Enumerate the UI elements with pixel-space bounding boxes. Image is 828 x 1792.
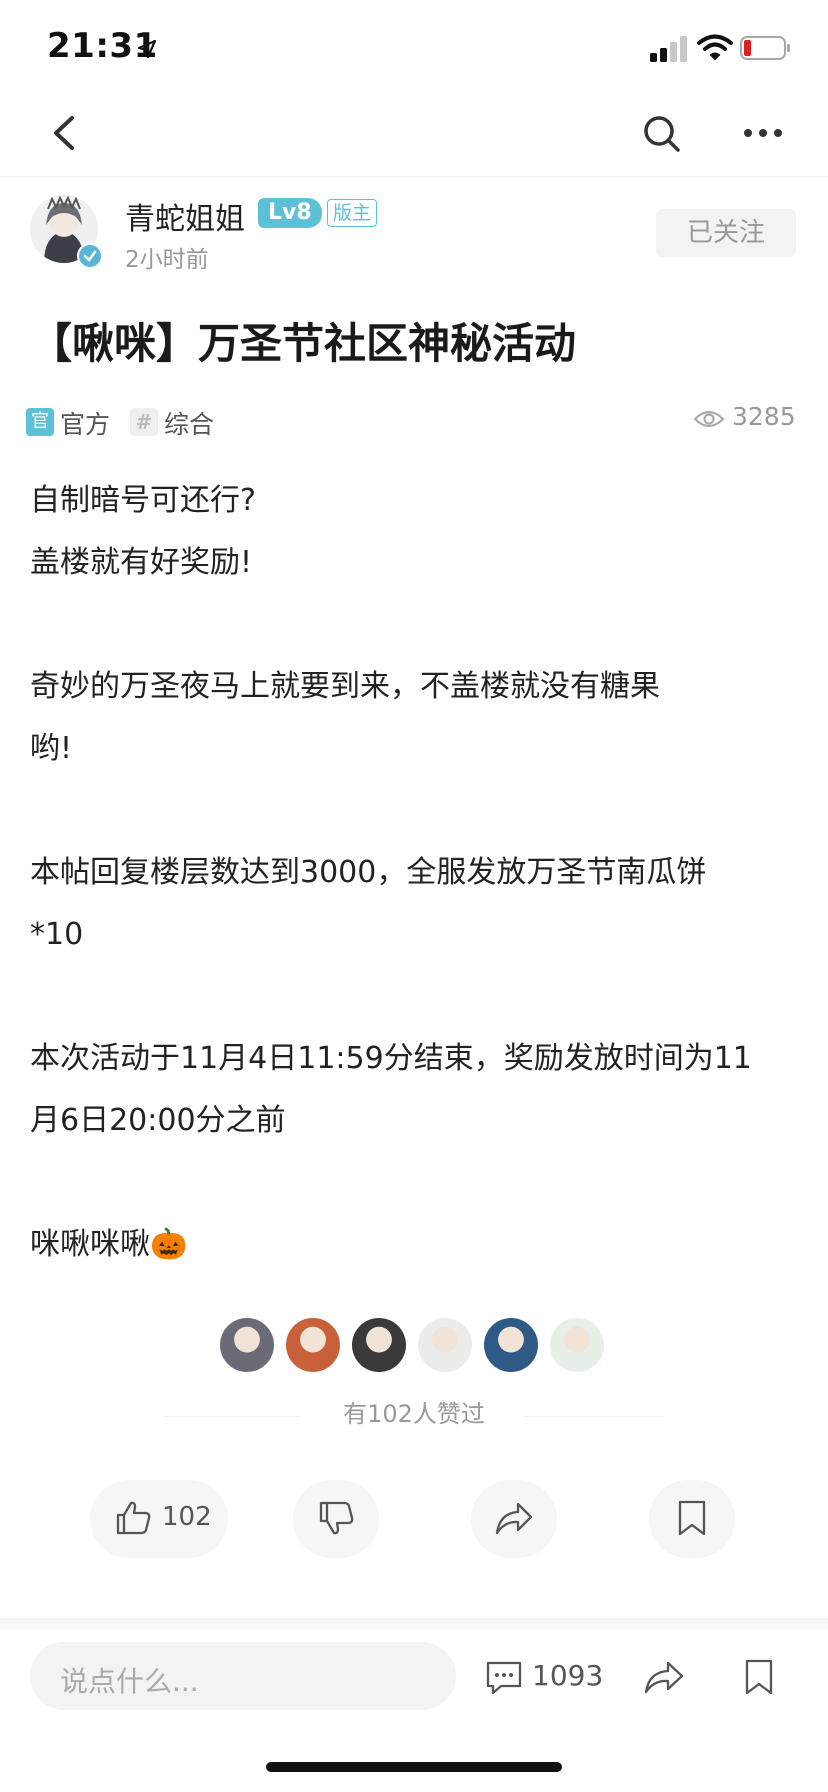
bookmark-button[interactable] (649, 1480, 735, 1558)
paragraph (30, 780, 800, 842)
comment-count[interactable]: 1093 (532, 1659, 603, 1692)
share-icon[interactable] (643, 1658, 685, 1696)
verified-icon (77, 243, 103, 269)
eye-icon (693, 410, 725, 428)
post-content: 自制暗号可还行? 盖楼就有好奖励! 奇妙的万圣夜马上就要到来，不盖楼就没有糖果 … (30, 470, 800, 1276)
liker-avatar[interactable] (484, 1318, 538, 1372)
section-divider (0, 1618, 828, 1630)
wifi-icon (697, 34, 733, 61)
like-button[interactable]: 102 (90, 1480, 228, 1558)
search-icon[interactable] (638, 110, 684, 156)
likes-summary[interactable]: 有102人赞过 (0, 1394, 828, 1429)
paragraph: 咪啾咪啾🎃 (30, 1227, 188, 1262)
liker-avatar[interactable] (550, 1318, 604, 1372)
paragraph: 本次活动于11月4日11:59分结束，奖励发放时间为11 月6日20:00分之前 (30, 1041, 752, 1138)
comment-icon[interactable] (485, 1660, 523, 1696)
cellular-signal-icon (650, 36, 687, 62)
liker-avatars[interactable] (220, 1318, 610, 1374)
paragraph: 奇妙的万圣夜马上就要到来，不盖楼就没有糖果 哟! (30, 669, 660, 766)
paragraph: 本帖回复楼层数达到3000，全服发放万圣节南瓜饼 *10 (30, 855, 707, 952)
tag-general[interactable]: 综合 (164, 405, 214, 441)
battery-icon (740, 36, 790, 60)
thumbs-up-icon (116, 1501, 151, 1535)
liker-avatar[interactable] (220, 1318, 274, 1372)
bookmark-icon (678, 1500, 706, 1536)
back-icon[interactable] (44, 110, 88, 156)
level-badge: Lv8 (258, 198, 322, 228)
paragraph (30, 1152, 800, 1214)
paragraph: 自制暗号可还行? 盖楼就有好奖励! (30, 483, 256, 580)
share-icon (495, 1502, 533, 1535)
view-count: 3285 (732, 402, 796, 431)
hashtag-icon: # (130, 408, 158, 436)
post-time: 2小时前 (125, 247, 209, 273)
liker-avatar[interactable] (418, 1318, 472, 1372)
post-title: 【啾咪】万圣节社区神秘活动 (30, 319, 577, 368)
author-name[interactable]: 青蛇姐姐 (125, 194, 245, 238)
liker-avatar[interactable] (286, 1318, 340, 1372)
paragraph (30, 966, 800, 1028)
nav-bar (0, 90, 828, 177)
tag-official[interactable]: 官方 (60, 405, 110, 441)
follow-button[interactable]: 已关注 (656, 209, 796, 257)
bookmark-icon[interactable] (743, 1658, 775, 1696)
official-tag-icon: 官 (26, 408, 54, 436)
share-button[interactable] (471, 1480, 557, 1558)
dislike-button[interactable] (293, 1480, 379, 1558)
moderator-badge: 版主 (327, 199, 378, 227)
more-icon[interactable] (740, 110, 786, 156)
paragraph (30, 594, 800, 656)
like-count: 102 (162, 1502, 212, 1532)
liker-avatar[interactable] (352, 1318, 406, 1372)
location-arrow-icon (137, 39, 157, 59)
thumbs-down-icon (319, 1501, 354, 1535)
comment-placeholder: 说点什么... (60, 1665, 199, 1698)
home-indicator[interactable] (266, 1762, 562, 1772)
comment-input[interactable]: 说点什么... (30, 1642, 456, 1710)
